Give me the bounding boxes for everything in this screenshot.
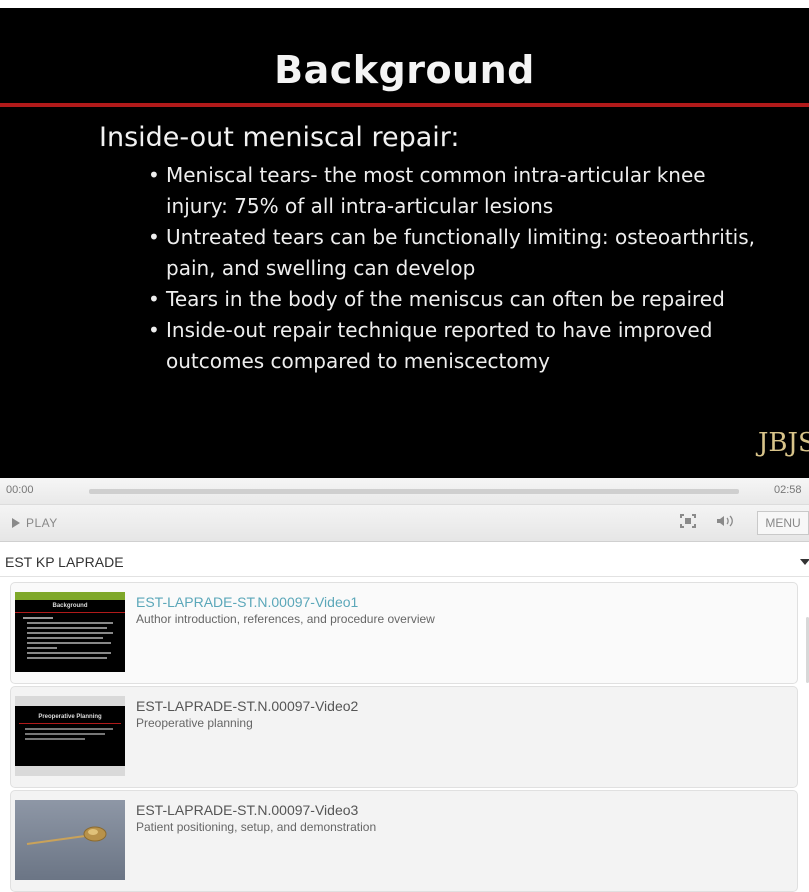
thumb-text-line <box>25 733 105 735</box>
thumb-rule <box>15 612 125 613</box>
surgical-instrument-image <box>26 826 107 845</box>
playlist-item-title[interactable]: EST-LAPRADE-ST.N.00097-Video2 <box>136 698 358 714</box>
progress-bar-row: 00:00 02:58 <box>0 478 809 505</box>
playlist-item-description: Author introduction, references, and pro… <box>136 612 435 626</box>
thumb-heading: Background <box>52 603 88 609</box>
play-label: PLAY <box>26 515 58 530</box>
thumb-text-line <box>27 622 113 624</box>
slide-bullet: Untreated tears can be functionally limi… <box>146 222 766 284</box>
thumb-text-line <box>27 647 57 649</box>
playlist-item[interactable]: Background EST-LAPRADE-ST.N.00097-Video1… <box>10 582 798 684</box>
current-time: 00:00 <box>6 484 34 496</box>
thumb-text-line <box>23 617 53 619</box>
video-top-border <box>0 0 809 8</box>
playlist-item[interactable]: EST-LAPRADE-ST.N.00097-Video3 Patient po… <box>10 790 798 892</box>
video-thumbnail <box>15 800 125 880</box>
chevron-down-icon[interactable] <box>800 559 809 565</box>
thumb-heading: Preoperative Planning <box>38 714 102 720</box>
thumb-text-line <box>27 657 107 659</box>
menu-button[interactable]: MENU <box>757 511 809 535</box>
video-thumbnail: Background <box>15 592 125 672</box>
slide-bullet-list: Meniscal tears- the most common intra-ar… <box>146 160 766 377</box>
playlist-header[interactable]: EST KP LAPRADE <box>0 544 809 577</box>
slide-bullet: Inside-out repair technique reported to … <box>146 315 766 377</box>
thumb-text-line <box>25 728 113 730</box>
slide-bullet: Meniscal tears- the most common intra-ar… <box>146 160 766 222</box>
play-icon <box>12 517 20 528</box>
play-button[interactable]: PLAY <box>12 515 58 530</box>
thumb-text-line <box>27 637 103 639</box>
thumb-text-line <box>27 632 113 634</box>
player-controls: PLAY MENU <box>0 505 809 542</box>
thumb-text-line <box>27 627 107 629</box>
thumb-text-line <box>27 652 111 654</box>
video-thumbnail: Preoperative Planning <box>15 696 125 776</box>
playlist-item-title[interactable]: EST-LAPRADE-ST.N.00097-Video3 <box>136 802 358 818</box>
thumb-top-bar <box>15 592 125 600</box>
slide-bullet: Tears in the body of the meniscus can of… <box>146 284 766 315</box>
seek-bar[interactable] <box>89 489 739 494</box>
thumb-text-line <box>27 642 111 644</box>
playlist-item[interactable]: Preoperative Planning EST-LAPRADE-ST.N.0… <box>10 686 798 788</box>
fullscreen-icon[interactable] <box>680 514 696 533</box>
playlist-item-description: Preoperative planning <box>136 716 253 730</box>
slide-heading: Inside-out meniscal repair: <box>99 122 460 153</box>
jbjs-logo: JBJS <box>758 428 809 458</box>
slide-title: Background <box>274 48 535 92</box>
slide-title-rule <box>0 103 809 107</box>
thumb-text-line <box>25 738 85 740</box>
volume-icon[interactable] <box>716 514 736 533</box>
duration: 02:58 <box>774 484 802 496</box>
playlist-item-description: Patient positioning, setup, and demonstr… <box>136 820 377 834</box>
playlist-title: EST KP LAPRADE <box>5 554 124 570</box>
video-frame[interactable]: Background Inside-out meniscal repair: M… <box>0 0 809 478</box>
thumb-rule <box>19 723 121 724</box>
playlist-item-title[interactable]: EST-LAPRADE-ST.N.00097-Video1 <box>136 594 358 610</box>
